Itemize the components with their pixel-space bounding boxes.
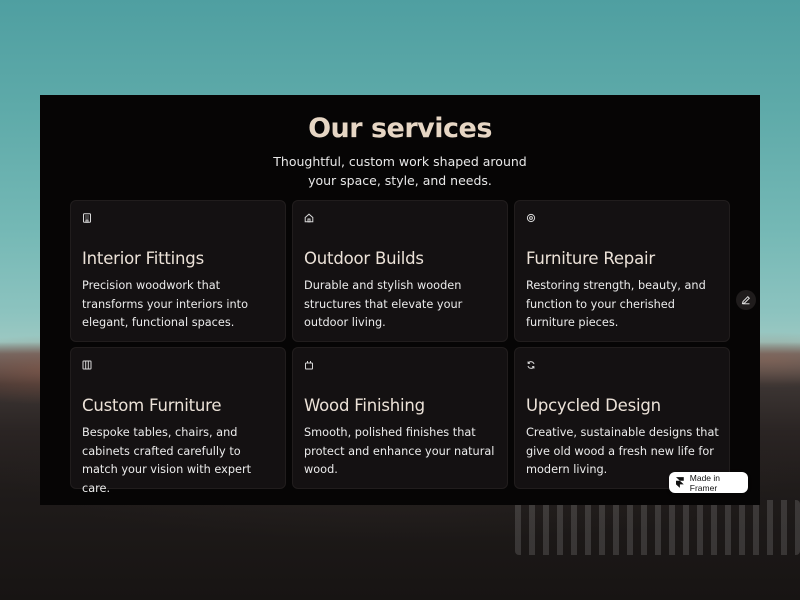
recycle-icon <box>527 361 535 369</box>
badge-label: Made in Framer <box>689 472 721 493</box>
service-card-custom-furniture[interactable]: Custom Furniture Bespoke tables, chairs,… <box>70 347 286 495</box>
services-grid: Interior Fittings Precision woodwork tha… <box>70 200 731 495</box>
service-description: Durable and stylish wooden structures th… <box>304 279 463 329</box>
service-card-wood-finishing[interactable]: Wood Finishing Smooth, polished finishes… <box>292 347 508 489</box>
building-icon <box>83 213 91 223</box>
pencil-icon <box>741 295 751 305</box>
service-title: Furniture Repair <box>526 249 655 268</box>
framer-logo-icon <box>676 477 684 488</box>
made-in-framer-badge[interactable]: Made in Framer <box>669 472 748 493</box>
service-title: Wood Finishing <box>304 396 425 415</box>
service-description: Smooth, polished finishes that protect a… <box>304 426 495 476</box>
service-title: Outdoor Builds <box>304 249 424 268</box>
service-description: Restoring strength, beauty, and function… <box>526 279 706 329</box>
service-description: Bespoke tables, chairs, and cabinets cra… <box>82 426 252 495</box>
section-subtitle: Thoughtful, custom work shaped around yo… <box>273 154 527 188</box>
house-icon <box>304 213 314 223</box>
service-title: Interior Fittings <box>82 249 204 268</box>
service-title: Upcycled Design <box>526 396 661 415</box>
service-card-interior-fittings[interactable]: Interior Fittings Precision woodwork tha… <box>70 200 286 342</box>
cabinet-icon <box>82 360 92 370</box>
service-card-outdoor-builds[interactable]: Outdoor Builds Durable and stylish woode… <box>292 200 508 342</box>
section-title: Our services <box>308 113 492 144</box>
background-parking-lot <box>515 500 800 555</box>
service-card-upcycled-design[interactable]: Upcycled Design Creative, sustainable de… <box>514 347 730 489</box>
service-card-furniture-repair[interactable]: Furniture Repair Restoring strength, bea… <box>514 200 730 342</box>
paint-bucket-icon <box>305 361 313 370</box>
service-title: Custom Furniture <box>82 396 222 415</box>
settings-icon <box>526 213 536 223</box>
service-description: Precision woodwork that transforms your … <box>82 279 248 329</box>
edit-button[interactable] <box>736 290 756 310</box>
